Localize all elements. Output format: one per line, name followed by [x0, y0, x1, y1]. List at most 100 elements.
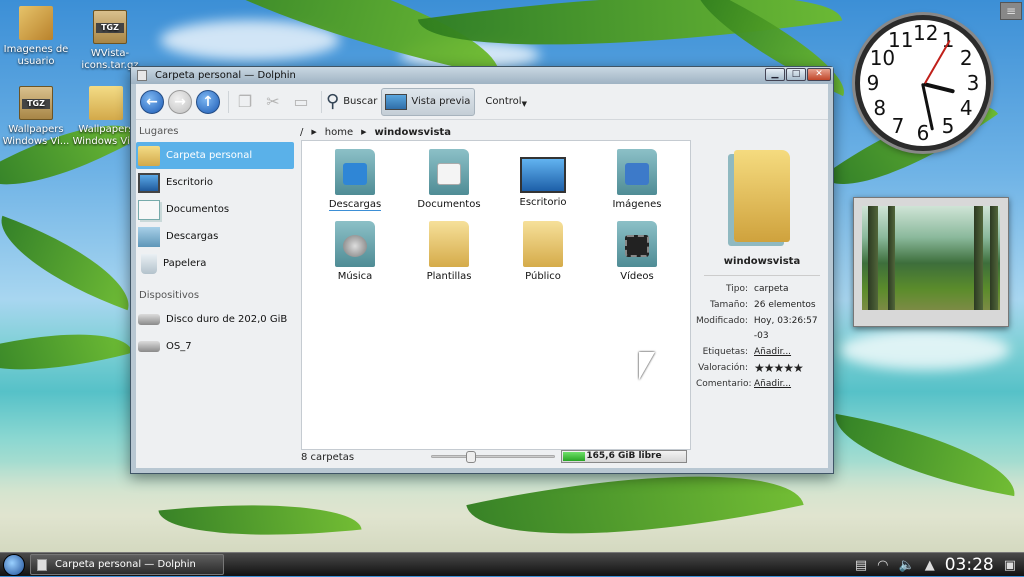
- chevron-down-icon: ▼: [521, 100, 527, 108]
- info-row-type: Tipo: carpeta: [726, 284, 789, 294]
- title-bar[interactable]: Carpeta personal — Dolphin ▁ □ ✕: [131, 67, 833, 84]
- file-item-label: Vídeos: [620, 271, 654, 282]
- info-name: windowsvista: [704, 256, 820, 276]
- task-dolphin[interactable]: Carpeta personal — Dolphin: [30, 554, 224, 575]
- folder-documents-icon: [429, 149, 469, 195]
- toolbar-separator: [321, 90, 322, 113]
- free-space-fill: [563, 452, 586, 461]
- copy-button[interactable]: ❐: [233, 90, 257, 114]
- arrow-right-icon: →: [174, 93, 186, 110]
- info-row-size: Tamaño: 26 elementos: [709, 300, 816, 310]
- analog-clock-widget[interactable]: 121234567891011: [855, 15, 991, 151]
- expand-tray-icon[interactable]: ▲: [925, 558, 935, 573]
- file-item-label: Plantillas: [426, 271, 472, 282]
- desktop-icon-label: Wallpapers Windows Vi...: [2, 124, 70, 147]
- sidebar-item-home[interactable]: Carpeta personal: [136, 142, 294, 169]
- start-menu-button[interactable]: [3, 554, 25, 576]
- file-item-label: Documentos: [417, 199, 481, 210]
- magnifier-icon: ⚲: [326, 91, 340, 112]
- search-label: Buscar: [343, 96, 378, 107]
- zoom-slider-handle[interactable]: [466, 451, 477, 463]
- desktop-icon-user-images[interactable]: Imagenes de usuario: [0, 6, 72, 68]
- picture-frame-widget[interactable]: [853, 197, 1009, 327]
- sidebar-item-downloads[interactable]: Descargas: [136, 223, 296, 250]
- folder-home-icon: [138, 145, 160, 166]
- devices-heading: Dispositivos: [139, 290, 200, 301]
- desktop-icon-wvista-archive[interactable]: TGZ WVista-icons.tar.gz: [74, 10, 146, 72]
- file-item-publico[interactable]: Público: [503, 221, 583, 282]
- cut-button[interactable]: ✂: [261, 90, 285, 114]
- folder-preview-icon: [734, 150, 790, 242]
- file-item-imagenes[interactable]: Imágenes: [597, 149, 677, 210]
- taskbar: Carpeta personal — Dolphin ▤ ◠ 🔈 ▲ 03:28…: [0, 552, 1024, 576]
- sidebar-item-desktop[interactable]: Escritorio: [136, 169, 296, 196]
- file-item-videos[interactable]: Vídeos: [597, 221, 677, 282]
- file-item-escritorio[interactable]: Escritorio: [503, 149, 583, 208]
- file-item-documentos[interactable]: Documentos: [409, 149, 489, 210]
- control-menu-button[interactable]: Control ▼: [485, 88, 527, 116]
- sidebar-item-os7[interactable]: OS_7: [136, 333, 296, 360]
- drive-unmounted-icon: [138, 341, 160, 352]
- status-text: 8 carpetas: [301, 451, 355, 463]
- zoom-slider[interactable]: [431, 451, 555, 463]
- network-icon[interactable]: ◠: [877, 558, 888, 573]
- breadcrumb-root[interactable]: /: [300, 127, 303, 138]
- paste-button[interactable]: ▭: [289, 90, 313, 114]
- folder-downloads-icon: [335, 149, 375, 195]
- free-space-label: 165,6 GiB libre: [586, 451, 662, 461]
- up-button[interactable]: ↑: [196, 89, 220, 114]
- archive-icon: TGZ: [93, 10, 127, 44]
- clock-number: 9: [866, 71, 880, 95]
- desktop-icon-wallpapers-archive[interactable]: TGZ Wallpapers Windows Vi...: [0, 86, 72, 148]
- folder-videos-icon: [617, 221, 657, 267]
- clock-number: 10: [869, 46, 896, 70]
- forward-button[interactable]: →: [168, 89, 192, 114]
- information-panel: windowsvista Tipo: carpeta Tamaño: 26 elem…: [696, 140, 828, 446]
- documents-icon: [138, 199, 160, 220]
- maximize-button[interactable]: □: [786, 68, 806, 81]
- file-item-plantillas[interactable]: Plantillas: [409, 221, 489, 282]
- clock-number: 2: [959, 46, 973, 70]
- clock-number: 4: [959, 96, 973, 120]
- hour-hand: [923, 82, 956, 94]
- search-button[interactable]: ⚲ Buscar: [326, 88, 377, 116]
- file-item-musica[interactable]: Música: [315, 221, 395, 282]
- preview-toggle-button[interactable]: Vista previa: [381, 87, 476, 116]
- rating-stars[interactable]: ★★★★★: [754, 361, 804, 376]
- clock-number: 3: [966, 71, 980, 95]
- file-item-label: Descargas: [328, 199, 382, 211]
- info-row-rating: Valoración: ★★★★★: [698, 361, 804, 376]
- breadcrumb-home[interactable]: home: [325, 127, 353, 138]
- sidebar-item-trash[interactable]: Papelera: [136, 250, 296, 277]
- file-item-label: Escritorio: [519, 197, 567, 208]
- clipboard-tray-icon[interactable]: ▤: [855, 558, 867, 573]
- info-row-modified: Modificado: Hoy, 03:26:57 -03: [696, 316, 818, 341]
- file-item-descargas[interactable]: Descargas: [315, 149, 395, 211]
- file-view[interactable]: Descargas Documentos Escritorio Imágenes…: [301, 140, 691, 450]
- sidebar-item-label: Papelera: [163, 258, 207, 269]
- places-panel: Lugares Carpeta personal Escritorio Docu…: [136, 121, 296, 468]
- folder-pictures-icon: [617, 149, 657, 195]
- toolbar: ← → ↑ ❐ ✂ ▭ ⚲ Buscar Vista previa Contro…: [136, 84, 828, 120]
- sidebar-item-hard-drive[interactable]: Disco duro de 202,0 GiB: [136, 306, 296, 333]
- system-tray: ▤ ◠ 🔈 ▲ 03:28 ▣: [855, 553, 1016, 577]
- folder-public-icon: [523, 221, 563, 267]
- archive-icon: TGZ: [19, 86, 53, 120]
- taskbar-clock[interactable]: 03:28: [945, 555, 994, 575]
- sidebar-item-documents[interactable]: Documentos: [136, 196, 296, 223]
- breadcrumb-current[interactable]: windowsvista: [375, 127, 451, 138]
- volume-icon[interactable]: 🔈: [899, 558, 915, 573]
- add-tags-link[interactable]: Añadir...: [754, 345, 791, 360]
- close-button[interactable]: ✕: [807, 68, 831, 81]
- dolphin-window: Carpeta personal — Dolphin ▁ □ ✕ ← → ↑ ❐…: [130, 66, 834, 474]
- panel-toolbox-button[interactable]: ≡: [1000, 2, 1022, 20]
- trash-icon: [141, 253, 157, 274]
- toolbar-separator: [228, 90, 229, 113]
- panel-settings-icon[interactable]: ▣: [1004, 558, 1016, 573]
- back-button[interactable]: ←: [140, 89, 164, 114]
- chevron-right-icon: ▶: [311, 128, 317, 136]
- add-comment-link[interactable]: Añadir...: [754, 377, 791, 392]
- clock-number: 8: [873, 96, 887, 120]
- window-content: ← → ↑ ❐ ✂ ▭ ⚲ Buscar Vista previa Contro…: [136, 84, 828, 468]
- minimize-button[interactable]: ▁: [765, 68, 785, 81]
